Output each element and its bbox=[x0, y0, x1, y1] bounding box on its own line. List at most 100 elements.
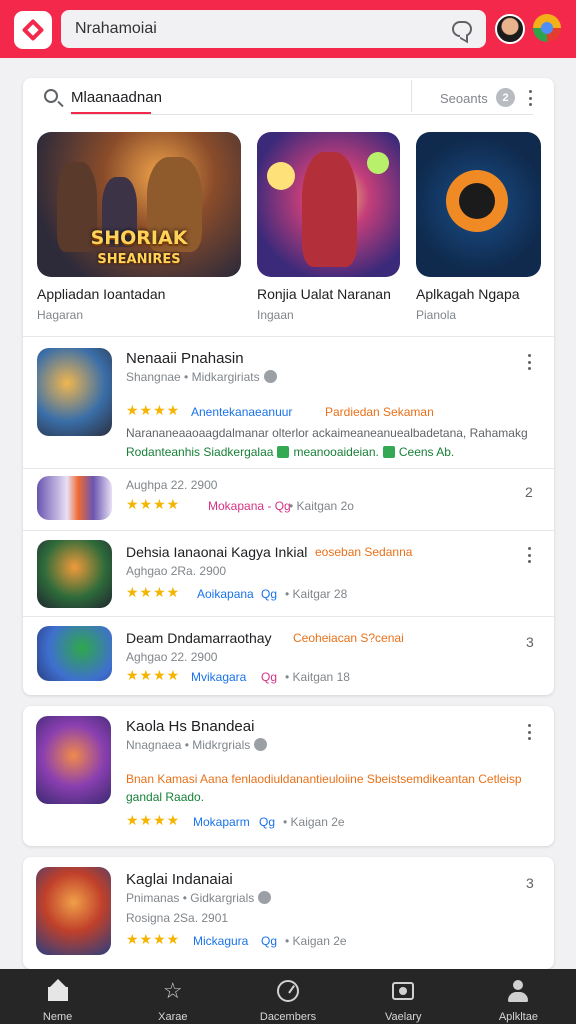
nav-label: Aplkltae bbox=[498, 1011, 538, 1023]
app-tag[interactable]: Mokaparm bbox=[193, 815, 250, 829]
app-title[interactable]: Dehsia Ianaonai Kagya Inkial bbox=[126, 544, 307, 560]
more-options-icon[interactable] bbox=[527, 724, 531, 740]
nav-item-dashboard[interactable]: Dacembers bbox=[230, 969, 345, 1024]
nav-item-favorites[interactable]: ☆ Xarae bbox=[115, 969, 230, 1024]
app-date: Aughpa 22. 2900 bbox=[126, 478, 218, 492]
nav-item-profile[interactable]: Aplkltae bbox=[461, 969, 576, 1024]
app-title[interactable]: Kaglai Indanaiai bbox=[126, 871, 233, 888]
feature-text: meanooaideian. bbox=[293, 445, 379, 459]
app-icon[interactable] bbox=[36, 867, 111, 955]
app-meta-text: Pnimanas • Gidkargrials bbox=[126, 891, 255, 905]
app-description: Bnan Kamasi Aana fenlaodiuldanantieuloii… bbox=[126, 772, 522, 786]
app-tag[interactable]: Qg bbox=[261, 670, 277, 684]
featured-title: Aplkagah Ngapa bbox=[416, 286, 520, 302]
top-search-text: Nrahamoiai bbox=[75, 20, 157, 37]
app-description: gandal Raado. bbox=[126, 790, 205, 804]
info-icon[interactable] bbox=[263, 370, 277, 383]
app-meta-text: Nnagnaea • Midkrgrials bbox=[126, 738, 251, 752]
flame-icon bbox=[446, 170, 508, 232]
featured-title: Ronjia Ualat Naranan bbox=[257, 286, 391, 302]
app-logo[interactable] bbox=[14, 11, 52, 49]
app-icon[interactable] bbox=[37, 348, 112, 436]
more-options-icon[interactable] bbox=[528, 90, 532, 106]
color-circle-icon[interactable] bbox=[533, 14, 561, 42]
app-icon[interactable] bbox=[37, 626, 112, 681]
app-tag: • Kaigan 2e bbox=[285, 934, 347, 948]
filter-count-badge: 2 bbox=[496, 88, 515, 107]
filter-label[interactable]: Seoants bbox=[440, 91, 488, 106]
diamond-icon bbox=[21, 18, 45, 42]
app-tag[interactable]: Mvikagara bbox=[191, 670, 246, 684]
app-tag[interactable]: Mokapana - Qg bbox=[208, 499, 291, 513]
featured-image[interactable] bbox=[257, 132, 400, 277]
rating-stars: ★★★★ bbox=[126, 931, 181, 947]
rating-stars: ★★★★ bbox=[126, 496, 181, 512]
featured-item[interactable]: Aplkagah Ngapa Pianola bbox=[416, 132, 541, 322]
divider bbox=[23, 336, 554, 337]
nav-label: Dacembers bbox=[259, 1011, 317, 1023]
search-query[interactable]: Mlaanaadnan bbox=[71, 89, 162, 106]
app-meta: Nnagnaea • Midkrgrials bbox=[126, 738, 268, 752]
app-tag[interactable]: Ceoheiacan S?cenai bbox=[293, 631, 404, 645]
more-options-icon[interactable] bbox=[527, 354, 531, 370]
top-app-bar: Nrahamoiai bbox=[0, 0, 576, 58]
rating-stars: ★★★★ bbox=[126, 812, 181, 828]
nav-item-gallery[interactable]: Vaelary bbox=[346, 969, 461, 1024]
nav-label: Neme bbox=[42, 1011, 73, 1023]
home-icon bbox=[46, 979, 70, 1003]
app-description: Narananeaaoaagdalmanar olterlor ackaimea… bbox=[126, 426, 528, 440]
featured-item[interactable]: Ronjia Ualat Naranan Ingaan bbox=[257, 132, 400, 322]
nav-item-home[interactable]: Neme bbox=[0, 969, 115, 1024]
rating-stars: ★★★★ bbox=[126, 584, 181, 600]
more-options-icon[interactable] bbox=[527, 547, 531, 563]
results-card: Mlaanaadnan Seoants 2 SHORIAK SHEANIRES … bbox=[23, 78, 554, 695]
rating-stars: ★★★★ bbox=[126, 402, 181, 418]
bottom-navigation: Neme ☆ Xarae Dacembers Vaelary Aplkltae bbox=[0, 969, 576, 1024]
featured-art-subtitle: SHEANIRES bbox=[97, 252, 181, 267]
app-icon[interactable] bbox=[37, 540, 112, 608]
user-avatar[interactable] bbox=[495, 14, 525, 44]
camera-icon bbox=[391, 979, 415, 1003]
person-icon bbox=[506, 979, 530, 1003]
nav-label: Xarae bbox=[158, 1011, 188, 1023]
app-date: Rosigna 2Sa. 2901 bbox=[126, 911, 229, 925]
app-icon[interactable] bbox=[37, 476, 112, 520]
app-tag[interactable]: eoseban Sedanna bbox=[315, 545, 412, 559]
featured-subtitle: Pianola bbox=[416, 308, 457, 322]
divider bbox=[23, 530, 554, 531]
app-title[interactable]: Deam Dndamarraothay bbox=[126, 630, 272, 646]
chat-icon[interactable] bbox=[452, 21, 472, 37]
star-icon: ☆ bbox=[162, 978, 183, 1003]
side-number: 3 bbox=[526, 875, 534, 891]
app-tag: • Kaitgan 18 bbox=[285, 670, 350, 684]
featured-image[interactable] bbox=[416, 132, 541, 277]
app-tag[interactable]: Aoikapana bbox=[197, 587, 254, 601]
app-icon[interactable] bbox=[36, 716, 111, 804]
search-divider-vertical bbox=[411, 80, 412, 112]
featured-subtitle: Ingaan bbox=[257, 308, 294, 322]
app-title[interactable]: Kaola Hs Bnandeai bbox=[126, 718, 254, 735]
featured-item[interactable]: SHORIAK SHEANIRES Appliadan Ioantadan Ha… bbox=[37, 132, 241, 322]
search-icon[interactable] bbox=[44, 89, 58, 103]
gauge-icon bbox=[276, 979, 300, 1003]
info-icon[interactable] bbox=[258, 891, 272, 904]
app-tag[interactable]: Anentekanaeanuur bbox=[191, 405, 292, 419]
feature-text: Rodanteanhis Siadkergalaa bbox=[126, 445, 274, 459]
check-icon bbox=[382, 446, 395, 458]
app-tag[interactable]: Mickagura bbox=[193, 934, 248, 948]
feature-text: Ceens Ab. bbox=[398, 445, 455, 459]
featured-subtitle: Hagaran bbox=[37, 308, 84, 322]
app-features: Rodanteanhis Siadkergalaa meanooaideian. C… bbox=[126, 445, 454, 459]
app-meta: Pnimanas • Gidkargrials bbox=[126, 891, 272, 905]
info-icon[interactable] bbox=[254, 738, 268, 751]
search-divider bbox=[71, 114, 533, 115]
featured-image[interactable]: SHORIAK SHEANIRES bbox=[37, 132, 241, 277]
app-meta-text: Shangnae • Midkargiriats bbox=[126, 370, 260, 384]
app-tag[interactable]: Qg bbox=[261, 587, 277, 601]
app-tag[interactable]: Qg bbox=[259, 815, 275, 829]
top-search-field[interactable]: Nrahamoiai bbox=[61, 10, 486, 48]
app-tag: • Kaitgan 2o bbox=[289, 499, 354, 513]
app-title[interactable]: Nenaaii Pnahasin bbox=[126, 350, 244, 367]
app-tag[interactable]: Qg bbox=[261, 934, 277, 948]
app-tag[interactable]: Pardiedan Sekaman bbox=[325, 405, 434, 419]
